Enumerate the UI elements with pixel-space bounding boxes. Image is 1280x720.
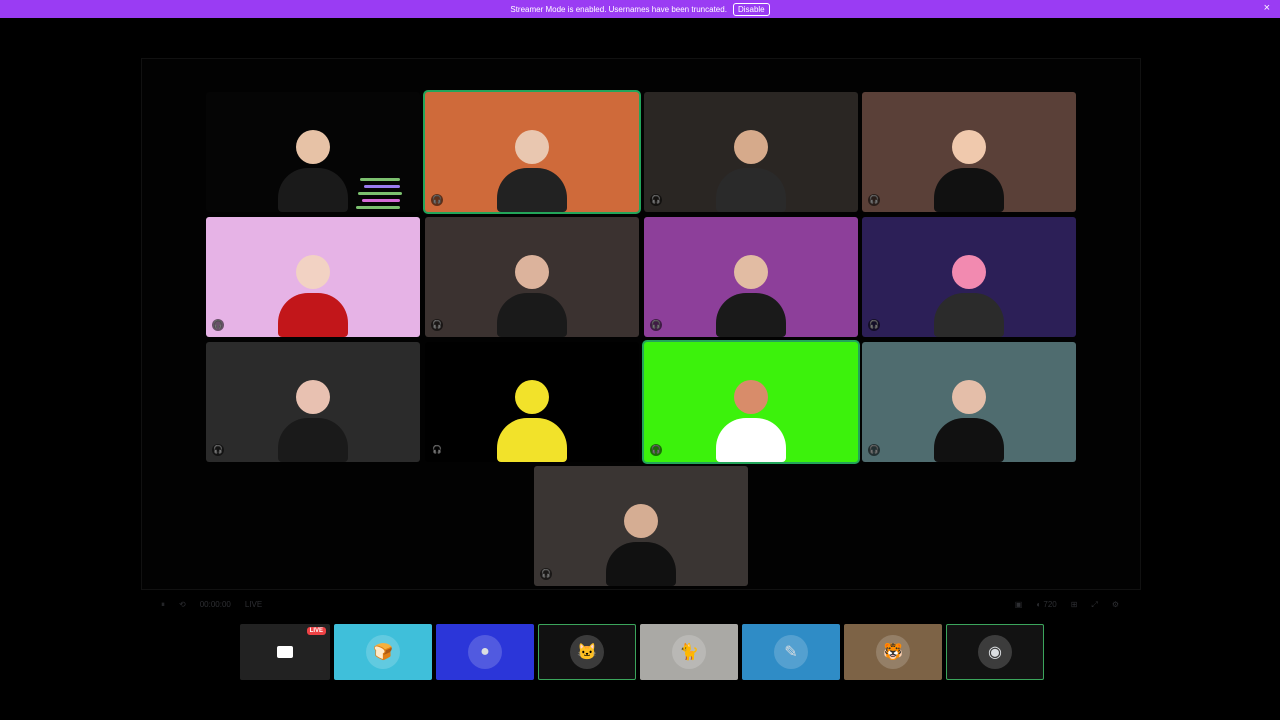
participant-cat-photo[interactable]: 🐈 xyxy=(640,624,738,680)
participant-figure xyxy=(497,380,567,462)
tile-cam-bottom[interactable]: 🎧 xyxy=(534,466,748,586)
deafened-icon: 🎧 xyxy=(650,319,662,331)
participant-figure xyxy=(934,255,1004,337)
player-control-left-3[interactable]: LIVE xyxy=(245,600,262,610)
player-control-right-0[interactable]: ▣ xyxy=(1015,600,1023,610)
screen-share-icon xyxy=(277,646,293,658)
chat-overlay-line xyxy=(356,206,400,209)
participant-toast[interactable]: 🍞 xyxy=(334,624,432,680)
deafened-icon: 🎧 xyxy=(431,194,443,206)
deafened-icon: 🎧 xyxy=(650,194,662,206)
participant-figure xyxy=(278,380,348,462)
avatar: ◉ xyxy=(978,635,1012,669)
participant-figure xyxy=(934,380,1004,462)
deafened-icon: 🎧 xyxy=(212,444,224,456)
participant-sketch-blue[interactable]: ✎ xyxy=(742,624,840,680)
disable-button[interactable]: Disable xyxy=(732,2,770,16)
tile-purple-hair[interactable]: 🎧 xyxy=(206,342,420,462)
deafened-icon: 🎧 xyxy=(868,444,880,456)
participant-figure xyxy=(606,504,676,586)
deafened-icon: 🎧 xyxy=(650,444,662,456)
participant-figure xyxy=(716,130,786,212)
avatar: 🐯 xyxy=(876,635,910,669)
player-control-right-4[interactable]: ⚙ xyxy=(1112,600,1119,610)
player-controls: ⏸ ⟲ 00:00:00 LIVE ▣ ◐ 720 ⊞ ⤢ ⚙ xyxy=(141,596,1139,614)
participant-figure xyxy=(497,255,567,337)
player-control-right-2[interactable]: ⊞ xyxy=(1071,600,1078,610)
close-icon[interactable]: × xyxy=(1264,2,1270,14)
avatar: 🐈 xyxy=(672,635,706,669)
participant-figure xyxy=(934,130,1004,212)
player-control-right-1[interactable]: ◐ 720 xyxy=(1036,600,1056,610)
chat-overlay-line xyxy=(358,192,402,195)
avatar: ● xyxy=(468,635,502,669)
tile-minecraft-glasses[interactable]: 🎧 xyxy=(425,92,639,212)
chat-overlay-line xyxy=(364,185,400,188)
participant-figure xyxy=(497,130,567,212)
chat-overlay-line xyxy=(360,178,400,181)
player-control-left-0[interactable]: ⏸ xyxy=(161,600,165,610)
participant-figure xyxy=(278,130,348,212)
participant-blue-orb[interactable]: ● xyxy=(436,624,534,680)
avatar: 🐱 xyxy=(570,635,604,669)
participant-figure xyxy=(716,255,786,337)
streamer-mode-message: Streamer Mode is enabled. Usernames have… xyxy=(510,4,727,14)
tile-greenscreen-vtuber[interactable]: 🎧 xyxy=(644,342,858,462)
participant-strip: LIVE 🍞 ● 🐱 🐈 ✎ 🐯 ◉ xyxy=(240,624,1044,680)
tile-cam-bedroom[interactable]: 🎧 xyxy=(862,92,1076,212)
player-control-left-1[interactable]: ⟲ xyxy=(179,600,186,610)
tile-vtuber-pink[interactable]: 🎧 xyxy=(206,217,420,337)
deafened-icon: 🎧 xyxy=(540,568,552,580)
participant-figure xyxy=(716,380,786,462)
deafened-icon: 🎧 xyxy=(868,194,880,206)
tile-gaming-chair[interactable]: 🎧 xyxy=(425,217,639,337)
live-badge: LIVE xyxy=(306,627,326,635)
chat-overlay-line xyxy=(362,199,400,202)
deafened-icon: 🎧 xyxy=(431,319,443,331)
participant-purple-cat[interactable]: 🐱 xyxy=(538,624,636,680)
deafened-icon: 🎧 xyxy=(212,319,224,331)
player-control-right-3[interactable]: ⤢ xyxy=(1091,600,1097,610)
participant-glitch-cat[interactable]: 🐯 xyxy=(844,624,942,680)
deafened-icon: 🎧 xyxy=(868,319,880,331)
tile-vtuber-catgirl[interactable]: 🎧 xyxy=(862,217,1076,337)
stream-preview[interactable]: LIVE xyxy=(240,624,330,680)
participant-green-avatar[interactable]: ◉ xyxy=(946,624,1044,680)
tile-chica-animatronic[interactable]: 🎧 xyxy=(425,342,639,462)
tile-purple-room[interactable]: 🎧 xyxy=(644,217,858,337)
deafened-icon: 🎧 xyxy=(431,444,443,456)
streamer-mode-banner: Streamer Mode is enabled. Usernames have… xyxy=(0,0,1280,18)
tile-cam-center[interactable]: 🎧 xyxy=(644,92,858,212)
player-control-left-2[interactable]: 00:00:00 xyxy=(200,600,231,610)
participant-figure xyxy=(278,255,348,337)
tile-plushies-room[interactable]: 🎧 xyxy=(862,342,1076,462)
avatar: 🍞 xyxy=(366,635,400,669)
avatar: ✎ xyxy=(774,635,808,669)
